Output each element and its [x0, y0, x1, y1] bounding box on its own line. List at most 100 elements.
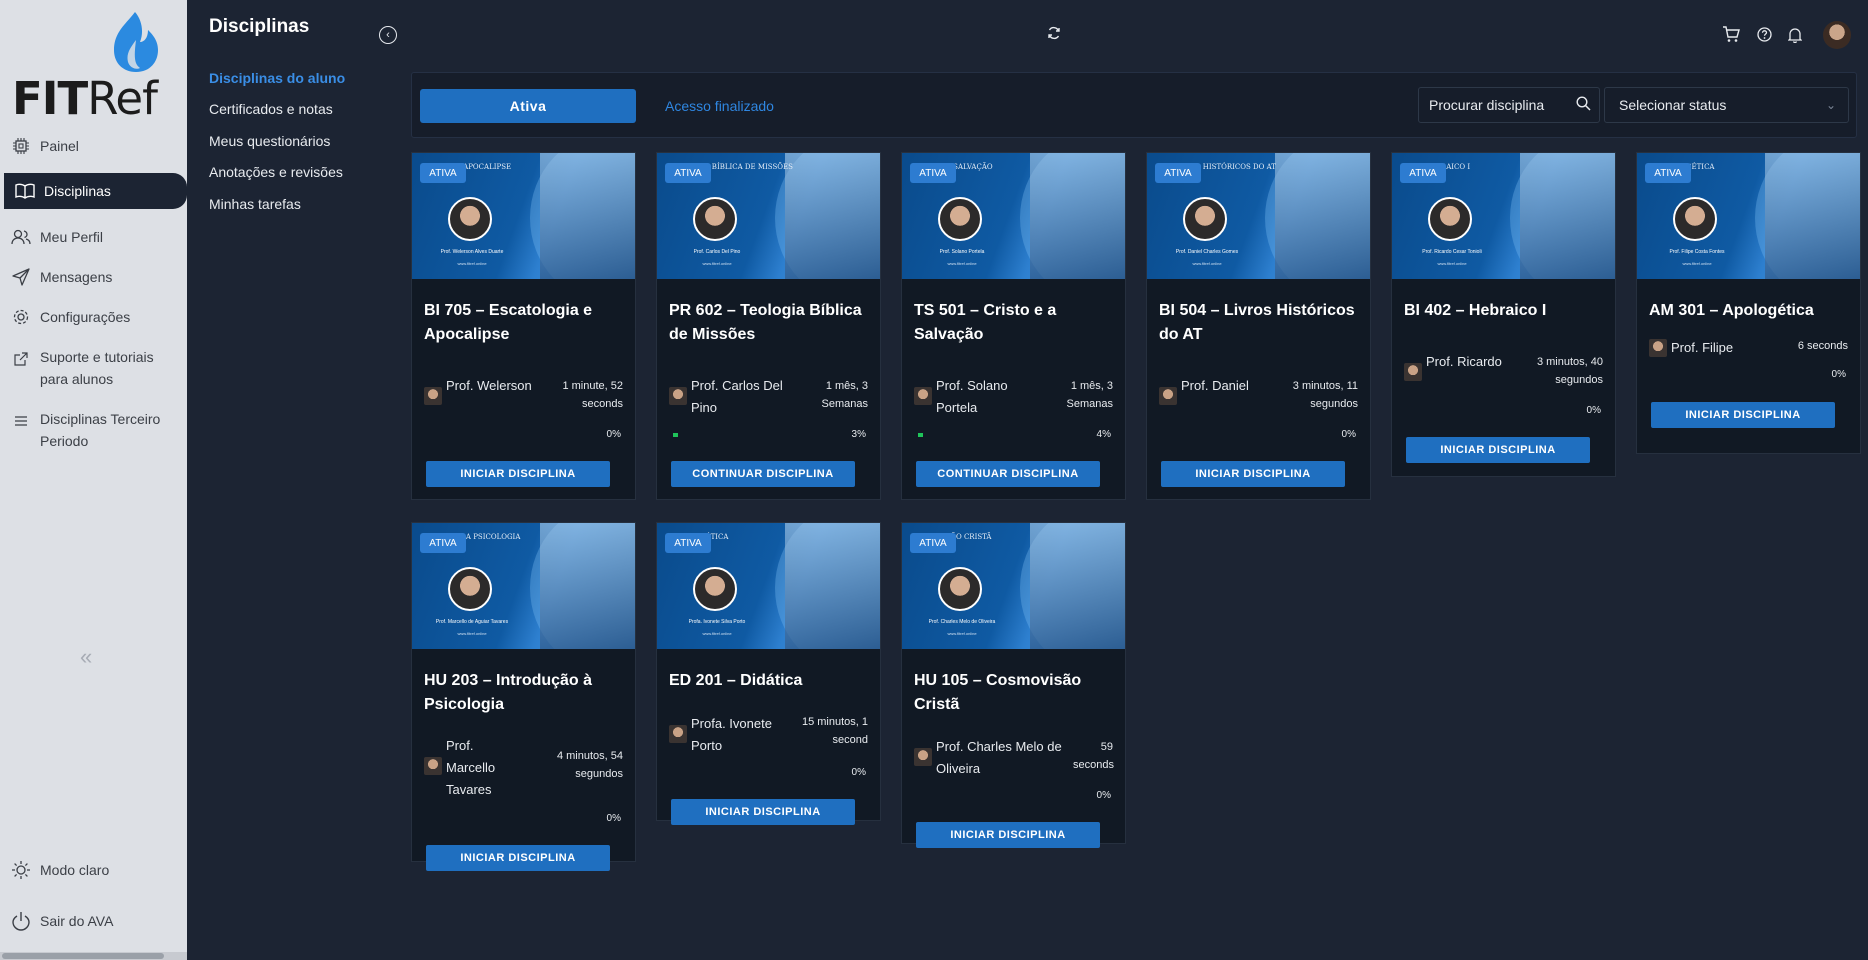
course-title[interactable]: HU 105 – Cosmovisão Cristã: [914, 669, 1119, 717]
nav-item-label: Suporte e tutoriais para alunos: [40, 349, 154, 387]
tab-acesso-finalizado[interactable]: Acesso finalizado: [665, 98, 774, 114]
nav-item-terceiro-periodo[interactable]: Disciplinas Terceiro Periodo: [0, 406, 170, 454]
course-instructor: Profa. Ivonete Porto: [669, 713, 791, 757]
start-course-button[interactable]: INICIAR DISCIPLINA: [1651, 402, 1835, 428]
submenu-item-tarefas[interactable]: Minhas tarefas: [209, 196, 301, 212]
scrollbar-thumb[interactable]: [2, 953, 164, 959]
course-banner: ...402 ...RAICO I Prof. Ricardo Cesar To…: [1392, 153, 1615, 279]
nav-item-suporte[interactable]: Suporte e tutoriais para alunos: [0, 344, 170, 392]
course-time: 4 minutos, 54 segundos: [556, 750, 623, 780]
light-mode-toggle[interactable]: Modo claro: [0, 852, 187, 888]
course-card-bi402[interactable]: ...402 ...RAICO I Prof. Ricardo Cesar To…: [1391, 152, 1616, 477]
nav-item-meu-perfil[interactable]: Meu Perfil: [0, 219, 187, 255]
continue-course-button[interactable]: CONTINUAR DISCIPLINA: [916, 461, 1100, 487]
course-title[interactable]: BI 402 – Hebraico I: [1404, 299, 1609, 323]
flame-logo-icon: [114, 12, 158, 72]
help-icon[interactable]: [1757, 27, 1772, 47]
status-badge: ATIVA: [1645, 163, 1691, 183]
nav-item-label: Mensagens: [40, 269, 113, 285]
course-card-hu203[interactable]: ...203 I... A PSICOLOGIA Prof. Marcello …: [411, 522, 636, 871]
course-card-bi705[interactable]: ...705 ... APOCALIPSE Prof. Welerson Alv…: [411, 152, 636, 500]
nav-item-configuracoes[interactable]: Configurações: [0, 299, 187, 335]
course-time: 15 minutos, 1 second: [801, 716, 868, 746]
course-title[interactable]: ED 201 – Didática: [669, 669, 874, 693]
course-progress: 0%: [1096, 790, 1111, 801]
course-title[interactable]: BI 504 – Livros Históricos do AT: [1159, 299, 1364, 347]
course-title[interactable]: BI 705 – Escatologia e Apocalipse: [424, 299, 629, 347]
course-card-ts501[interactable]: ...501 ... SALVAÇÃO Prof. Solano Portela…: [901, 152, 1126, 500]
course-progress: 3%: [851, 429, 866, 440]
nav-item-disciplinas[interactable]: Disciplinas: [4, 173, 187, 209]
course-progress: 0%: [1831, 369, 1846, 380]
course-card-am301[interactable]: ...301 ...GÉTICA Prof. Filipe Costa Font…: [1636, 152, 1861, 454]
menu-icon: [10, 410, 32, 432]
start-course-button[interactable]: INICIAR DISCIPLINA: [916, 822, 1100, 848]
cart-icon[interactable]: [1722, 25, 1740, 48]
status-select-label: Selecionar status: [1619, 97, 1727, 113]
left-sidebar: FITRef Painel Disciplinas Meu Perfil Men…: [0, 0, 187, 960]
nav-item-label: Painel: [40, 138, 79, 154]
user-avatar[interactable]: [1823, 21, 1851, 49]
instructor-avatar: [914, 748, 932, 766]
continue-course-button[interactable]: CONTINUAR DISCIPLINA: [671, 461, 855, 487]
submenu-item-questionarios[interactable]: Meus questionários: [209, 133, 330, 149]
course-banner: ...201 ...ÁTICA Profa. Ivonete Silva Por…: [657, 523, 880, 649]
search-icon[interactable]: [1576, 96, 1591, 114]
horizontal-scrollbar[interactable]: [0, 952, 187, 960]
main-content: Ativa Acesso finalizado Procurar discipl…: [411, 72, 1861, 942]
start-course-button[interactable]: INICIAR DISCIPLINA: [1406, 437, 1590, 463]
course-title[interactable]: PR 602 – Teologia Bíblica de Missões: [669, 299, 874, 347]
top-bar: [390, 0, 1868, 72]
course-time: 1 minute, 52 seconds: [562, 380, 623, 410]
start-course-button[interactable]: INICIAR DISCIPLINA: [671, 799, 855, 825]
course-title[interactable]: AM 301 – Apologética: [1649, 299, 1854, 323]
instructor-avatar: [1404, 363, 1422, 381]
instructor-photo: [938, 567, 982, 611]
search-input[interactable]: Procurar disciplina: [1418, 87, 1600, 123]
instructor-avatar: [1159, 387, 1177, 405]
course-card-pr602[interactable]: ...602 T... BÍBLICA DE MISSÕES Prof. Car…: [656, 152, 881, 500]
submenu-item-anotacoes[interactable]: Anotações e revisões: [209, 164, 343, 180]
course-title[interactable]: TS 501 – Cristo e a Salvação: [914, 299, 1119, 347]
submenu-item-disciplinas-do-aluno[interactable]: Disciplinas do aluno: [209, 70, 345, 86]
course-banner: ...301 ...GÉTICA Prof. Filipe Costa Font…: [1637, 153, 1860, 279]
start-course-button[interactable]: INICIAR DISCIPLINA: [426, 845, 610, 871]
instructor-photo: [448, 567, 492, 611]
course-progress: 0%: [606, 813, 621, 824]
power-icon: [10, 910, 32, 932]
collapse-sidebar-icon[interactable]: «: [80, 644, 92, 670]
course-instructor: Prof. Daniel: [1159, 375, 1281, 405]
course-instructor: Prof. Welerson: [424, 375, 546, 405]
course-progress: 0%: [1341, 429, 1356, 440]
course-banner: ...602 T... BÍBLICA DE MISSÕES Prof. Car…: [657, 153, 880, 279]
refresh-icon[interactable]: [1047, 26, 1061, 45]
book-icon: [14, 180, 36, 202]
logout-button[interactable]: Sair do AVA: [0, 903, 187, 939]
nav-item-label: Configurações: [40, 309, 131, 325]
course-card-ed201[interactable]: ...201 ...ÁTICA Profa. Ivonete Silva Por…: [656, 522, 881, 825]
nav-item-mensagens[interactable]: Mensagens: [0, 259, 187, 295]
status-badge: ATIVA: [420, 163, 466, 183]
status-badge: ATIVA: [665, 533, 711, 553]
course-instructor: Prof. Charles Melo de Oliveira: [914, 736, 1076, 780]
bell-icon[interactable]: [1787, 27, 1803, 48]
course-time: 3 minutos, 40 segundos: [1536, 356, 1603, 386]
nav-item-painel[interactable]: Painel: [0, 128, 187, 164]
course-card-hu105[interactable]: ...105 ...ÃO CRISTÃ Prof. Charles Melo d…: [901, 522, 1126, 848]
users-icon: [10, 226, 32, 248]
tab-ativa[interactable]: Ativa: [420, 89, 636, 123]
start-course-button[interactable]: INICIAR DISCIPLINA: [1161, 461, 1345, 487]
status-select[interactable]: Selecionar status ⌄: [1604, 87, 1849, 123]
status-badge: ATIVA: [420, 533, 466, 553]
course-title[interactable]: HU 203 – Introdução à Psicologia: [424, 669, 629, 717]
submenu-item-certificados[interactable]: Certificados e notas: [209, 101, 333, 117]
status-badge: ATIVA: [1155, 163, 1201, 183]
course-time: 1 mês, 3 Semanas: [821, 380, 868, 410]
course-progress: 4%: [1096, 429, 1111, 440]
course-card-bi504[interactable]: ...504 L... HISTÓRICOS DO AT Prof. Danie…: [1146, 152, 1371, 500]
fitref-logo[interactable]: FITRef: [10, 10, 170, 125]
gear-icon: [10, 306, 32, 328]
chevron-down-icon: ⌄: [1825, 98, 1836, 112]
instructor-avatar: [424, 757, 442, 775]
start-course-button[interactable]: INICIAR DISCIPLINA: [426, 461, 610, 487]
